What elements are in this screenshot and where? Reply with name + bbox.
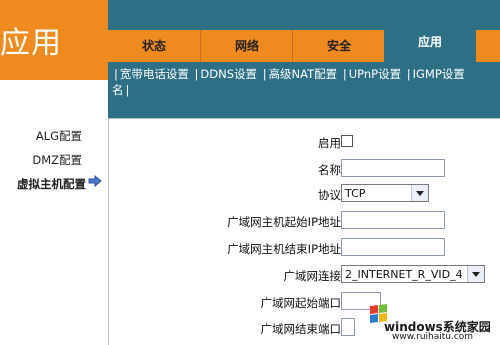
- row-name: 名称: [109, 158, 500, 180]
- row-enable: 启用: [109, 131, 500, 153]
- tab-application[interactable]: 应用: [384, 22, 476, 62]
- protocol-select-value: TCP: [345, 187, 366, 200]
- wan-connection-select-value: 2_INTERNET_R_VID_4: [345, 268, 463, 281]
- sidebar-item-alg[interactable]: ALG配置: [36, 128, 82, 144]
- subnav-line-1: | 宽带电话设置 | DDNS设置 | 高级NAT配置 | UPnP设置 | IGMP设置: [114, 67, 465, 81]
- tab-security[interactable]: 安全: [292, 30, 385, 62]
- chevron-down-icon[interactable]: [467, 266, 484, 282]
- row-protocol: 协议 TCP: [109, 183, 500, 205]
- protocol-label: 协议: [318, 188, 341, 202]
- wan-connection-select[interactable]: 2_INTERNET_R_VID_4: [341, 265, 485, 283]
- name-input[interactable]: [341, 159, 445, 177]
- watermark-url: www.ruihaitu.com: [392, 332, 474, 342]
- subnav-upnp[interactable]: UPnP设置: [349, 67, 401, 81]
- sidebar: ALG配置 DMZ配置 虚拟主机配置: [0, 118, 108, 344]
- wan-connection-label: 广域网连接: [283, 269, 342, 283]
- subnav-advanced-nat[interactable]: 高级NAT配置: [269, 67, 338, 81]
- chevron-down-icon[interactable]: [411, 185, 428, 201]
- subnav-ddns[interactable]: DDNS设置: [200, 67, 257, 81]
- row-wan-connection: 广域网连接 2_INTERNET_R_VID_4: [109, 264, 500, 286]
- logo-text: 应用: [0, 26, 62, 61]
- wan-end-port-input[interactable]: [341, 318, 355, 336]
- wan-start-port-label: 广域网起始端口: [260, 296, 342, 310]
- wan-start-ip-input[interactable]: [341, 211, 445, 229]
- subnav-voip[interactable]: 宽带电话设置: [120, 67, 189, 81]
- name-label: 名称: [318, 163, 341, 177]
- sub-navigation: | 宽带电话设置 | DDNS设置 | 高级NAT配置 | UPnP设置 | IGMP设置…: [108, 62, 500, 118]
- protocol-select[interactable]: TCP: [341, 184, 429, 202]
- subnav-igmp[interactable]: IGMP设置: [413, 67, 465, 81]
- tab-status[interactable]: 状态: [108, 30, 200, 62]
- subnav-truncated-item[interactable]: 名: [112, 83, 124, 97]
- tab-filler: [476, 30, 500, 62]
- wan-start-ip-label: 广域网主机起始IP地址: [227, 215, 341, 229]
- wan-end-ip-label: 广域网主机结束IP地址: [227, 242, 341, 256]
- enable-label: 启用: [318, 136, 341, 150]
- left-blank: [0, 80, 108, 118]
- arrow-right-icon: [88, 175, 102, 187]
- logo-block: 应用: [0, 0, 108, 80]
- main-tabs: 状态 网络 安全 应用: [108, 22, 500, 62]
- row-wan-end-ip: 广域网主机结束IP地址: [109, 237, 500, 259]
- row-wan-start-ip: 广域网主机起始IP地址: [109, 210, 500, 232]
- sidebar-item-dmz[interactable]: DMZ配置: [32, 152, 82, 168]
- tab-network[interactable]: 网络: [200, 30, 293, 62]
- wan-end-ip-input[interactable]: [341, 238, 445, 256]
- enable-checkbox[interactable]: [341, 135, 353, 147]
- wan-end-port-label: 广域网结束端口: [260, 322, 342, 336]
- subnav-line-2: 名 |: [112, 83, 130, 97]
- sidebar-item-virtual-host[interactable]: 虚拟主机配置: [17, 176, 86, 192]
